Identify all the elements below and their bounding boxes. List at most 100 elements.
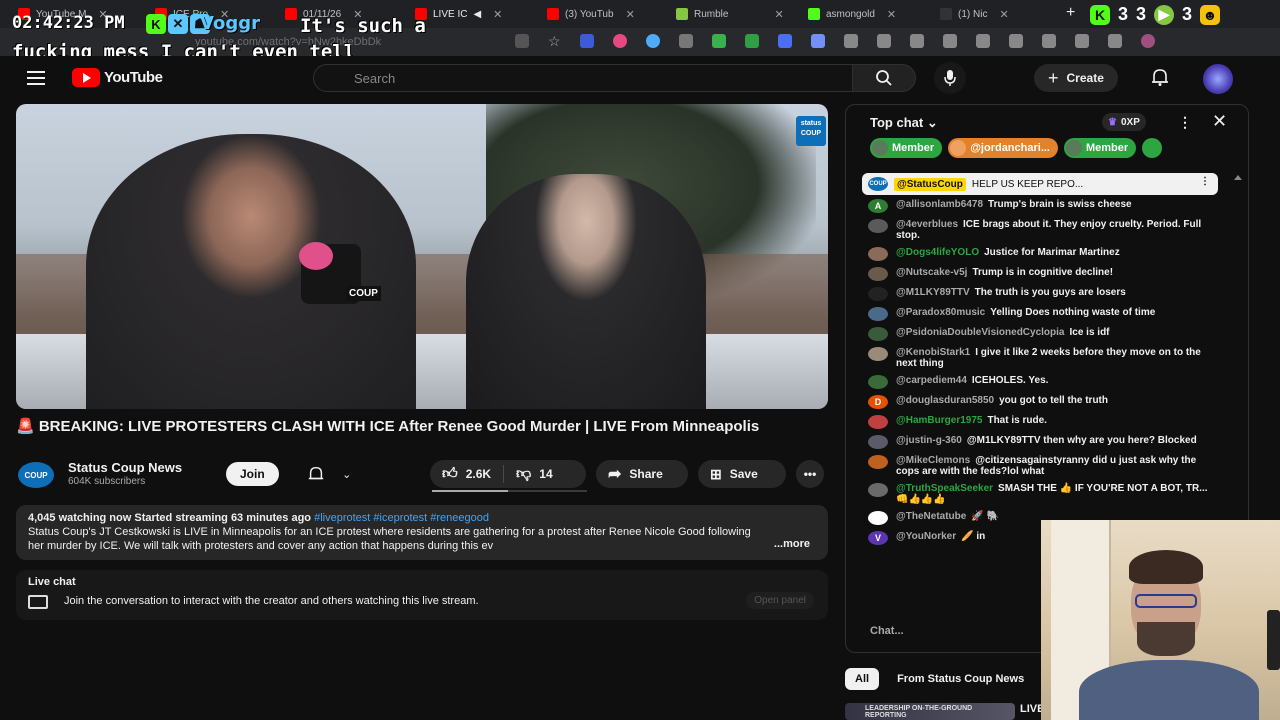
bookmark-star-icon[interactable]: ☆ [548,34,561,48]
chat-author[interactable]: @douglasduran5850 [896,395,994,406]
save-button[interactable]: ⊞ Save [698,460,786,488]
avatar[interactable] [868,307,888,321]
audio-icon[interactable]: ◀ [473,9,481,20]
chat-message[interactable]: D @douglasduran5850 you got to tell the tr… [868,395,1208,409]
search-input[interactable] [314,65,852,91]
ticker-member[interactable]: Member [870,138,943,158]
chat-author[interactable]: @PsidoniaDoubleVisionedCyclopia [896,327,1065,338]
avatar[interactable]: D [868,395,888,409]
close-tab-icon[interactable]: ✕ [887,8,896,21]
xp-badge[interactable]: ♛ 0XP [1102,113,1146,131]
chat-author[interactable]: @TheNetatube [896,511,966,522]
chat-message[interactable]: @Paradox80music Yelling Does nothing wast… [868,307,1208,321]
show-more-link[interactable]: ...more [774,537,810,551]
ticker-member[interactable]: @jordanchari... [948,138,1058,158]
extension-icon[interactable] [612,34,627,48]
chat-author[interactable]: @Dogs4lifeYOLO [896,247,979,258]
channel-avatar[interactable]: COUP [18,462,54,488]
subscription-notifications-button[interactable]: ⌄ [298,462,360,486]
chat-message[interactable]: @Dogs4lifeYOLO Justice for Marimar Martin… [868,247,1208,261]
chat-options-icon[interactable]: ⋮ [1178,114,1192,131]
youtube-logo[interactable]: YouTube [72,68,163,87]
chat-message[interactable]: @TruthSpeakSeeker SMASH THE 👍 IF YOU'RE N… [868,483,1208,505]
chat-message[interactable]: @Nutscake-v5j Trump is in cognitive decli… [868,267,1208,281]
search-button[interactable] [852,64,916,92]
avatar[interactable] [868,327,888,341]
avatar[interactable] [868,347,888,361]
dislike-button[interactable]: 👎︎ 14 [504,460,565,488]
recommended-video-thumbnail[interactable]: LEADERSHIP ON-THE-GROUND REPORTING [845,703,1015,720]
extension-icon[interactable] [645,34,660,48]
avatar[interactable]: V [868,531,888,545]
rumble-icon[interactable]: ▶ [1154,4,1175,25]
pinned-options-icon[interactable]: ⋮ [1200,176,1210,187]
puzzle-icon[interactable] [876,34,891,48]
extension-icon[interactable] [1008,34,1023,48]
ticker-member[interactable] [1142,138,1163,158]
chat-author[interactable]: @TruthSpeakSeeker [896,483,993,494]
extension-icon[interactable] [744,34,759,48]
extension-icon[interactable] [1074,34,1089,48]
extension-icon[interactable] [942,34,957,48]
share-button[interactable]: ➦ Share [596,460,688,488]
chat-message[interactable]: @MikeClemons @citizensagainstyranny did u… [868,455,1208,477]
chat-message[interactable]: @4everblues ICE brags about it. They enjo… [868,219,1208,241]
browser-tab[interactable]: Rumble ✕ [676,5,788,23]
profile-icon[interactable] [1140,34,1155,48]
scroll-up-icon[interactable] [1234,175,1242,180]
voice-search-button[interactable] [934,62,966,94]
chat-author[interactable]: @Paradox80music [896,307,985,318]
extension-icon[interactable] [843,34,858,48]
reading-list-icon[interactable] [1041,34,1056,48]
chat-author[interactable]: @4everblues [896,219,958,230]
channel-watermark[interactable]: status COUP [796,116,826,146]
filter-chip-channel[interactable]: From Status Coup News [887,668,1034,690]
browser-tab[interactable]: (1) Nic ✕ [940,5,1044,23]
close-tab-icon[interactable]: ✕ [999,8,1008,21]
avatar[interactable] [868,415,888,429]
chat-author[interactable]: @M1LKY89TTV [896,287,970,298]
filter-chip-all[interactable]: All [845,668,880,690]
like-button[interactable]: 👍︎ 2.6K [430,460,503,488]
avatar[interactable] [868,511,888,525]
avatar[interactable] [868,375,888,389]
chat-message[interactable]: @PsidoniaDoubleVisionedCyclopia Ice is id… [868,327,1208,341]
robot-icon[interactable]: ☻ [1200,4,1221,25]
chat-message[interactable]: @justin-g-360 @M1LKY89TTV then why are yo… [868,435,1208,449]
ticker-member[interactable]: Member [1064,138,1137,158]
new-tab-icon[interactable]: + [1066,4,1075,22]
chat-author[interactable]: @KenobiStark1 [896,347,970,358]
close-tab-icon[interactable]: ✕ [774,8,783,21]
chat-message[interactable]: @carpediem44 ICEHOLES. Yes. [868,375,1208,389]
create-button[interactable]: + Create [1034,64,1118,92]
channel-name[interactable]: Status Coup News [68,460,182,475]
chat-message[interactable]: @HamBurger1975 That is rude. [868,415,1208,429]
video-description[interactable]: 4,045 watching now Started streaming 63 … [16,505,828,560]
account-avatar[interactable] [1203,64,1233,94]
code-icon[interactable] [975,34,990,48]
avatar[interactable] [868,287,888,301]
hashtags[interactable]: #liveprotest #iceprotest #reneegood [314,512,489,524]
chat-author[interactable]: @YouNorker [896,531,956,542]
more-actions-button[interactable]: ••• [796,460,824,488]
avatar[interactable]: A [868,199,888,213]
chat-author[interactable]: @justin-g-360 [896,435,962,446]
pinned-message[interactable]: COUP @StatusCoup HELP US KEEP REPO... ⋮ [862,173,1218,195]
cast-icon[interactable] [515,34,529,48]
video-player[interactable]: COUP status COUP [16,104,828,409]
close-chat-icon[interactable]: ✕ [1212,111,1227,132]
chat-message[interactable]: A @allisonlamb6478 Trump's brain is swiss … [868,199,1208,213]
avatar[interactable] [868,435,888,449]
close-tab-icon[interactable]: ✕ [626,8,635,21]
avatar[interactable] [868,267,888,281]
extension-icon[interactable] [711,34,726,48]
open-panel-button[interactable]: Open panel [746,592,814,609]
chat-message[interactable]: @M1LKY89TTV The truth is you guys are los… [868,287,1208,301]
avatar[interactable] [868,247,888,261]
avatar[interactable] [868,219,888,233]
browser-tab[interactable]: asmongold ✕ [808,5,916,23]
history-icon[interactable] [909,34,924,48]
notifications-bell-icon[interactable] [1150,67,1170,87]
extension-icon[interactable] [678,34,693,48]
chat-author[interactable]: @allisonlamb6478 [896,199,983,210]
